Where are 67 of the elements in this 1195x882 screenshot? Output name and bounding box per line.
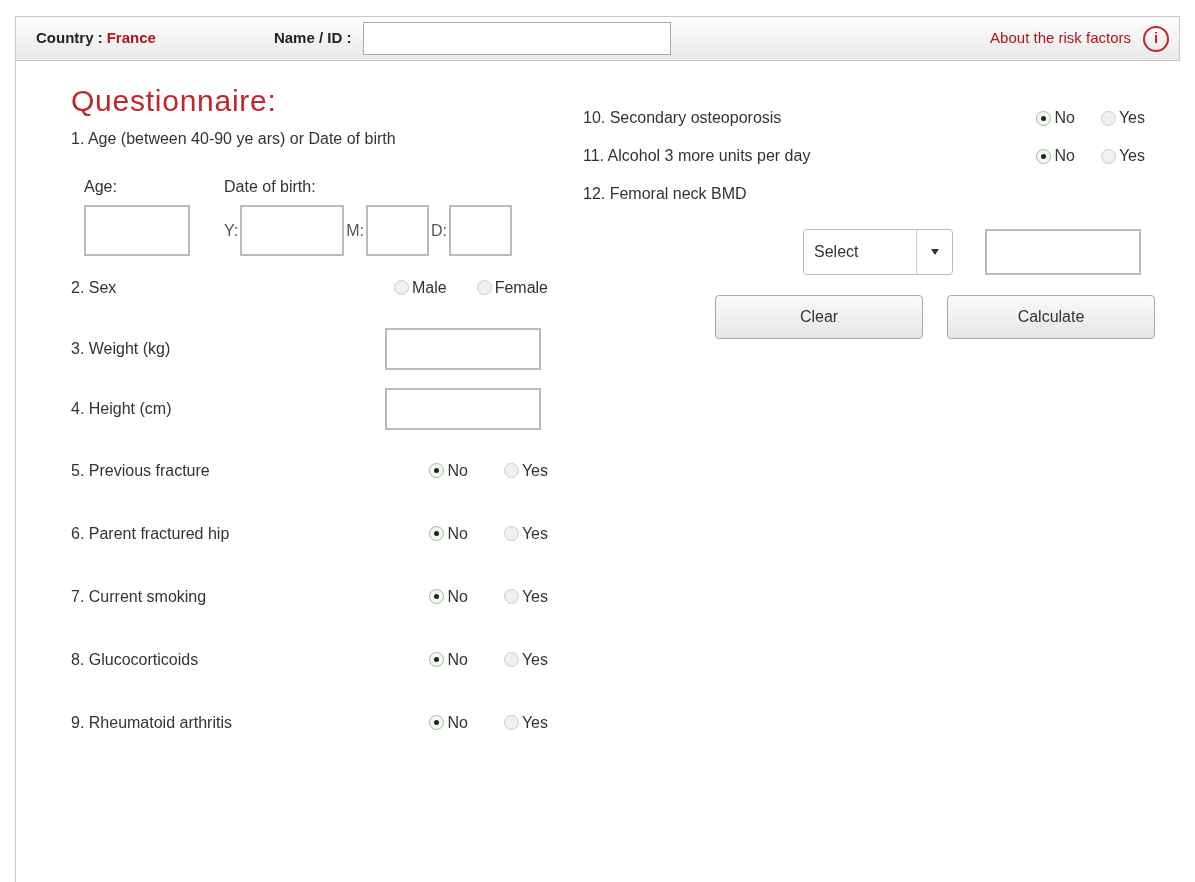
select-dropdown[interactable]: Select bbox=[803, 229, 953, 275]
question-label: 8. Glucocorticoids bbox=[71, 649, 200, 670]
radio-button[interactable] bbox=[429, 715, 445, 730]
radio-button[interactable] bbox=[503, 652, 519, 667]
about-link[interactable]: About the risk factors bbox=[990, 27, 1131, 50]
name-id-label: Name / ID : bbox=[273, 28, 352, 49]
radio-button[interactable] bbox=[503, 715, 519, 730]
question-label: 2. Sex bbox=[71, 277, 118, 298]
radio-option[interactable]: Yes bbox=[503, 584, 548, 609]
input-field[interactable] bbox=[240, 205, 345, 256]
caret-icon bbox=[930, 249, 939, 255]
age-label: Age: bbox=[84, 177, 118, 197]
radio-option[interactable]: Yes bbox=[1100, 106, 1145, 130]
radio-button[interactable] bbox=[429, 652, 445, 667]
question-label: 5. Previous fracture bbox=[71, 460, 211, 481]
info-icon[interactable]: i bbox=[1143, 25, 1169, 52]
radio-button[interactable] bbox=[476, 280, 492, 295]
question-label: 12. Femoral neck BMD bbox=[583, 184, 747, 204]
radio-option[interactable]: No bbox=[429, 521, 468, 546]
radio-button[interactable] bbox=[393, 280, 409, 295]
question-label: 11. Alcohol 3 more units per day bbox=[583, 146, 811, 166]
radio-option[interactable]: No bbox=[1036, 144, 1075, 168]
radio-button[interactable] bbox=[503, 526, 519, 541]
radio-option[interactable]: Female bbox=[476, 275, 548, 300]
radio-option[interactable]: No bbox=[429, 647, 468, 672]
question-label: 1. Age (between 40-90 ye ars) or Date of birth bbox=[71, 129, 397, 149]
radio-button[interactable] bbox=[429, 463, 445, 478]
radio-button[interactable] bbox=[1100, 110, 1116, 126]
radio-option[interactable]: No bbox=[429, 458, 468, 483]
question-label: 10. Secondary osteoporosis bbox=[583, 108, 782, 128]
input-field[interactable] bbox=[366, 205, 429, 256]
questionnaire-title: Questionnaire: bbox=[71, 83, 278, 119]
radio-button[interactable] bbox=[429, 589, 445, 604]
radio-option[interactable]: Yes bbox=[503, 521, 548, 546]
radio-button[interactable] bbox=[1100, 148, 1116, 164]
radio-option[interactable]: Yes bbox=[1100, 144, 1145, 168]
input-field[interactable] bbox=[385, 328, 541, 370]
radio-option[interactable]: No bbox=[429, 584, 468, 609]
radio-button[interactable] bbox=[503, 463, 519, 478]
radio-option[interactable]: No bbox=[1036, 106, 1075, 130]
form-button[interactable]: Calculate bbox=[947, 295, 1155, 339]
country-label: Country : bbox=[36, 28, 103, 49]
country-value: France bbox=[106, 28, 156, 49]
input-field[interactable] bbox=[985, 229, 1141, 275]
radio-button[interactable] bbox=[503, 589, 519, 604]
radio-button[interactable] bbox=[429, 526, 445, 541]
input-field[interactable] bbox=[363, 22, 672, 55]
input-field[interactable] bbox=[385, 388, 541, 430]
question-label: 9. Rheumatoid arthritis bbox=[71, 712, 233, 733]
radio-button[interactable] bbox=[1036, 110, 1052, 126]
radio-option[interactable]: No bbox=[429, 710, 468, 735]
question-label: 7. Current smoking bbox=[71, 586, 208, 607]
date-of-birth-label: Date of birth: bbox=[224, 177, 317, 197]
input-field[interactable] bbox=[449, 205, 512, 256]
radio-option[interactable]: Yes bbox=[503, 458, 548, 483]
radio-option[interactable]: Yes bbox=[503, 710, 548, 735]
date-part-label: Y: bbox=[224, 220, 239, 241]
radio-button[interactable] bbox=[1036, 148, 1052, 164]
question-label: 6. Parent fractured hip bbox=[71, 523, 231, 544]
input-field[interactable] bbox=[84, 205, 190, 256]
date-part-label: D: bbox=[431, 220, 447, 241]
date-part-label: M: bbox=[346, 220, 364, 241]
form-button[interactable]: Clear bbox=[715, 295, 923, 339]
question-label: 3. Weight (kg) bbox=[71, 339, 171, 359]
radio-option[interactable]: Male bbox=[393, 275, 447, 300]
question-label: 4. Height (cm) bbox=[71, 399, 172, 419]
radio-option[interactable]: Yes bbox=[503, 647, 548, 672]
